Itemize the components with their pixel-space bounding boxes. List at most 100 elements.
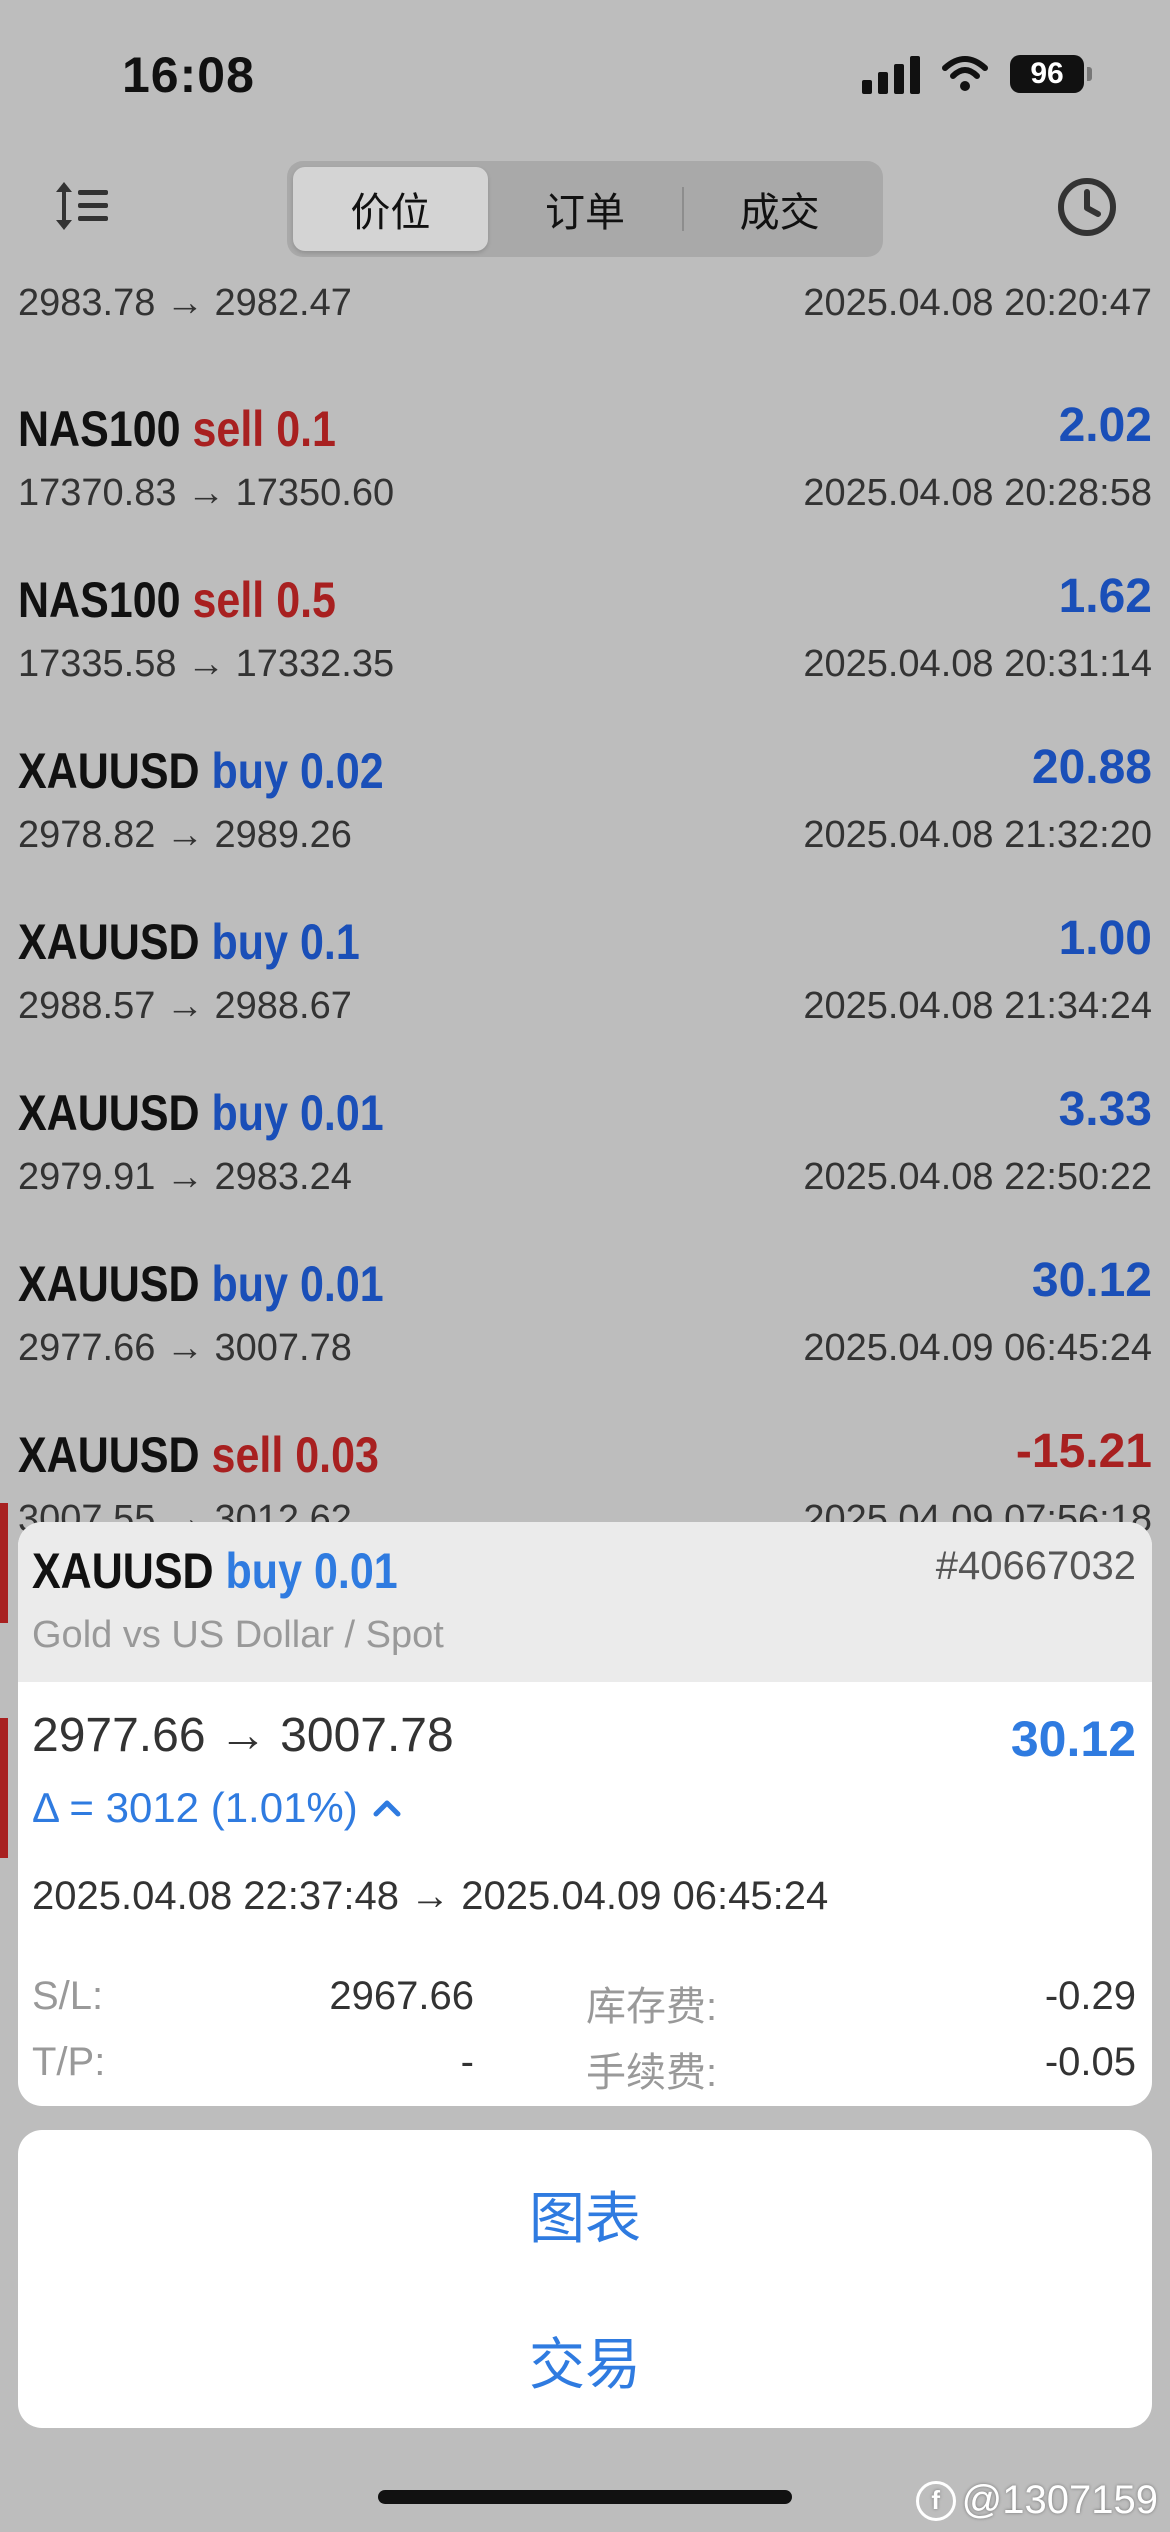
card-title: XAUUSD buy 0.01: [32, 1542, 398, 1600]
commission-label: 手续费:: [586, 2051, 718, 2095]
deal-volume: 0.01: [299, 1256, 384, 1312]
clock-icon[interactable]: [1056, 176, 1118, 238]
deal-symbol: NAS100: [18, 572, 181, 628]
deal-side: buy: [211, 1256, 288, 1312]
list-item[interactable]: NAS100 sell 0.1 2.02 17370.83 → 17350.60…: [0, 362, 1170, 533]
card-description: Gold vs US Dollar / Spot: [32, 1614, 444, 1656]
tab-prices[interactable]: 价位: [293, 167, 488, 251]
card-volume: 0.01: [313, 1543, 398, 1599]
deal-symbol: XAUUSD: [18, 1256, 200, 1312]
trade-action-button[interactable]: 交易: [18, 2320, 1152, 2401]
sort-icon[interactable]: [52, 176, 112, 236]
deal-title: XAUUSD buy 0.1: [18, 913, 360, 971]
deal-prices: 2988.57 → 2988.67: [18, 985, 352, 1027]
card-delta: Δ = 3012 (1.01%): [32, 1784, 358, 1831]
list-item[interactable]: XAUUSD buy 0.02 20.88 2978.82 → 2989.26 …: [0, 704, 1170, 875]
deal-list: 2983.78 → 2982.47 2025.04.08 20:20:47 NA…: [0, 262, 1170, 1623]
deal-profit: 3.33: [1058, 1083, 1152, 1136]
commission-value: -0.05: [1044, 2040, 1136, 2084]
status-time: 16:08: [122, 47, 255, 103]
card-header: XAUUSD buy 0.01 #40667032 Gold vs US Dol…: [18, 1522, 1152, 1682]
deal-volume: 0.5: [276, 572, 336, 628]
deal-title: XAUUSD sell 0.03: [18, 1426, 379, 1484]
deal-title: XAUUSD buy 0.01: [18, 1084, 384, 1142]
deal-volume: 0.03: [295, 1427, 379, 1483]
deal-volume: 0.1: [299, 914, 360, 970]
swap-value: -0.29: [1044, 1974, 1136, 2018]
card-delta-toggle[interactable]: Δ = 3012 (1.01%): [32, 1784, 402, 1832]
deal-profit: 1.62: [1058, 570, 1152, 623]
tp-value: -: [460, 2040, 474, 2084]
deal-time: 2025.04.08 21:32:20: [803, 814, 1152, 856]
loss-indicator: [0, 1503, 8, 1623]
tab-deals[interactable]: 成交: [682, 167, 877, 251]
card-profit: 30.12: [1010, 1711, 1136, 1767]
deal-symbol: NAS100: [18, 401, 181, 457]
deal-side: sell: [211, 1427, 284, 1483]
deal-prices: 2983.78 → 2982.47: [18, 282, 352, 324]
chevron-up-icon: [373, 1800, 401, 1817]
battery-icon: 96: [1010, 55, 1092, 93]
deal-side: buy: [211, 914, 288, 970]
deal-prices: 2979.91 → 2983.24: [18, 1156, 352, 1198]
action-sheet: 图表 交易: [18, 2130, 1152, 2428]
deal-title: NAS100 sell 0.5: [18, 571, 336, 629]
status-bar: 16:08 96: [0, 0, 1170, 150]
deal-title: XAUUSD buy 0.01: [18, 1255, 384, 1313]
segmented-control: 价位 订单 成交: [287, 161, 883, 257]
deal-profit: 30.12: [1031, 1254, 1152, 1307]
deal-symbol: XAUUSD: [18, 914, 200, 970]
deal-time: 2025.04.08 20:28:58: [803, 472, 1152, 514]
tp-label: T/P:: [32, 2040, 106, 2084]
deal-symbol: XAUUSD: [18, 1427, 200, 1483]
deal-time: 2025.04.08 21:34:24: [803, 985, 1152, 1027]
deal-profit: -15.21: [1015, 1425, 1152, 1478]
watermark-text: @1307159: [961, 2478, 1158, 2522]
card-ticket: #40667032: [935, 1544, 1136, 1588]
deal-volume: 0.02: [299, 743, 384, 799]
deal-time: 2025.04.08 20:31:14: [803, 643, 1152, 685]
deal-time: 2025.04.08 20:20:47: [803, 282, 1152, 324]
home-indicator[interactable]: [378, 2490, 792, 2504]
list-item[interactable]: NAS100 sell 0.5 1.62 17335.58 → 17332.35…: [0, 533, 1170, 704]
deal-prices: 17370.83 → 17350.60: [18, 472, 395, 514]
deal-prices: 17335.58 → 17332.35: [18, 643, 395, 685]
deal-volume: 0.1: [276, 401, 336, 457]
status-icons: 96: [862, 54, 1092, 94]
deal-side: sell: [192, 572, 265, 628]
deal-prices: 2978.82 → 2989.26: [18, 814, 352, 856]
deal-profit: 2.02: [1058, 399, 1152, 452]
sl-label: S/L:: [32, 1974, 104, 2018]
wifi-icon: [942, 56, 988, 91]
deal-side: sell: [192, 401, 265, 457]
swap-label: 库存费:: [586, 1985, 718, 2029]
loss-indicator: [0, 1718, 8, 1858]
card-side: buy: [225, 1543, 302, 1599]
card-symbol: XAUUSD: [32, 1543, 214, 1599]
chart-action-button[interactable]: 图表: [18, 2174, 1152, 2255]
deal-side: buy: [211, 1085, 288, 1141]
list-item[interactable]: XAUUSD buy 0.1 1.00 2988.57 → 2988.67 20…: [0, 875, 1170, 1046]
deal-volume: 0.01: [299, 1085, 384, 1141]
deal-profit: 20.88: [1031, 741, 1152, 794]
deal-symbol: XAUUSD: [18, 743, 200, 799]
list-item[interactable]: XAUUSD buy 0.01 30.12 2977.66 → 3007.78 …: [0, 1217, 1170, 1388]
deal-side: buy: [211, 743, 288, 799]
deal-time: 2025.04.08 22:50:22: [803, 1156, 1152, 1198]
deal-title: NAS100 sell 0.1: [18, 400, 336, 458]
watermark: f @1307159: [915, 2478, 1158, 2523]
list-item[interactable]: XAUUSD buy 0.01 3.33 2979.91 → 2983.24 2…: [0, 1046, 1170, 1217]
tab-orders[interactable]: 订单: [488, 167, 683, 251]
watermark-logo-icon: f: [915, 2480, 956, 2521]
sl-value: 2967.66: [329, 1974, 474, 2018]
list-item[interactable]: 2983.78 → 2982.47 2025.04.08 20:20:47: [0, 262, 1170, 362]
deal-detail-card: XAUUSD buy 0.01 #40667032 Gold vs US Dol…: [18, 1522, 1152, 2106]
card-dates: 2025.04.08 22:37:48 → 2025.04.09 06:45:2…: [32, 1874, 829, 1918]
deal-prices: 2977.66 → 3007.78: [18, 1327, 352, 1369]
card-prices: 2977.66 → 3007.78: [32, 1709, 454, 1762]
deal-symbol: XAUUSD: [18, 1085, 200, 1141]
cellular-signal-icon: [862, 54, 920, 94]
deal-title: XAUUSD buy 0.02: [18, 742, 384, 800]
battery-level: 96: [1030, 57, 1064, 90]
deal-profit: 1.00: [1058, 912, 1152, 965]
